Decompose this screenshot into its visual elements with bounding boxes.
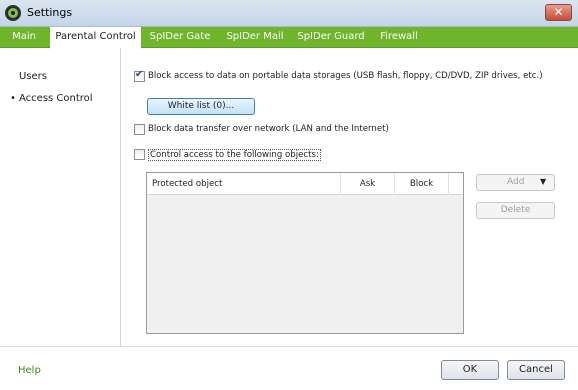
tab-spider-guard[interactable]: SpIDer Guard — [294, 27, 368, 48]
tab-bar: Main Parental Control SpIDer Gate SpIDer… — [0, 27, 578, 49]
tab-spider-mail[interactable]: SpIDer Mail — [222, 27, 288, 48]
tab-spider-gate[interactable]: SpIDer Gate — [146, 27, 214, 48]
table-header: Protected object Ask Block — [147, 173, 463, 195]
sidebar-item-users[interactable]: Users — [19, 71, 47, 82]
title-bar: Settings ✕ — [0, 0, 578, 27]
tab-main[interactable]: Main — [6, 27, 42, 48]
control-access-label: Control access to the following objects: — [148, 149, 321, 161]
ok-button[interactable]: OK — [441, 360, 499, 380]
spider-logo-icon — [5, 5, 21, 21]
cancel-button[interactable]: Cancel — [507, 360, 565, 380]
sidebar: Users • Access Control — [0, 48, 121, 346]
tab-parental-control[interactable]: Parental Control — [50, 27, 141, 49]
tab-firewall[interactable]: Firewall — [375, 27, 423, 48]
add-button[interactable]: Add ▼ — [476, 174, 555, 191]
delete-button[interactable]: Delete — [476, 202, 555, 219]
whitelist-button[interactable]: White list (0)... — [147, 98, 255, 115]
close-icon: ✕ — [553, 5, 564, 19]
window-title: Settings — [27, 6, 73, 19]
block-portable-checkbox[interactable] — [134, 69, 145, 82]
block-network-label: Block data transfer over network (LAN an… — [148, 124, 389, 134]
selected-bullet: • — [10, 93, 16, 104]
help-link[interactable]: Help — [18, 365, 41, 376]
footer: Help OK Cancel — [0, 346, 578, 390]
block-portable-label: Block access to data on portable data st… — [148, 71, 543, 81]
sidebar-item-access-control[interactable]: Access Control — [19, 93, 93, 104]
close-button[interactable]: ✕ — [545, 4, 572, 21]
protected-objects-table[interactable]: Protected object Ask Block — [146, 172, 464, 334]
control-access-checkbox[interactable] — [134, 149, 145, 160]
chevron-down-icon: ▼ — [540, 177, 547, 186]
column-header-block[interactable]: Block — [395, 173, 449, 195]
column-header-ask[interactable]: Ask — [341, 173, 395, 195]
block-network-checkbox[interactable] — [134, 124, 145, 135]
column-header-protected-object[interactable]: Protected object — [147, 173, 341, 195]
add-button-label: Add — [507, 177, 525, 187]
